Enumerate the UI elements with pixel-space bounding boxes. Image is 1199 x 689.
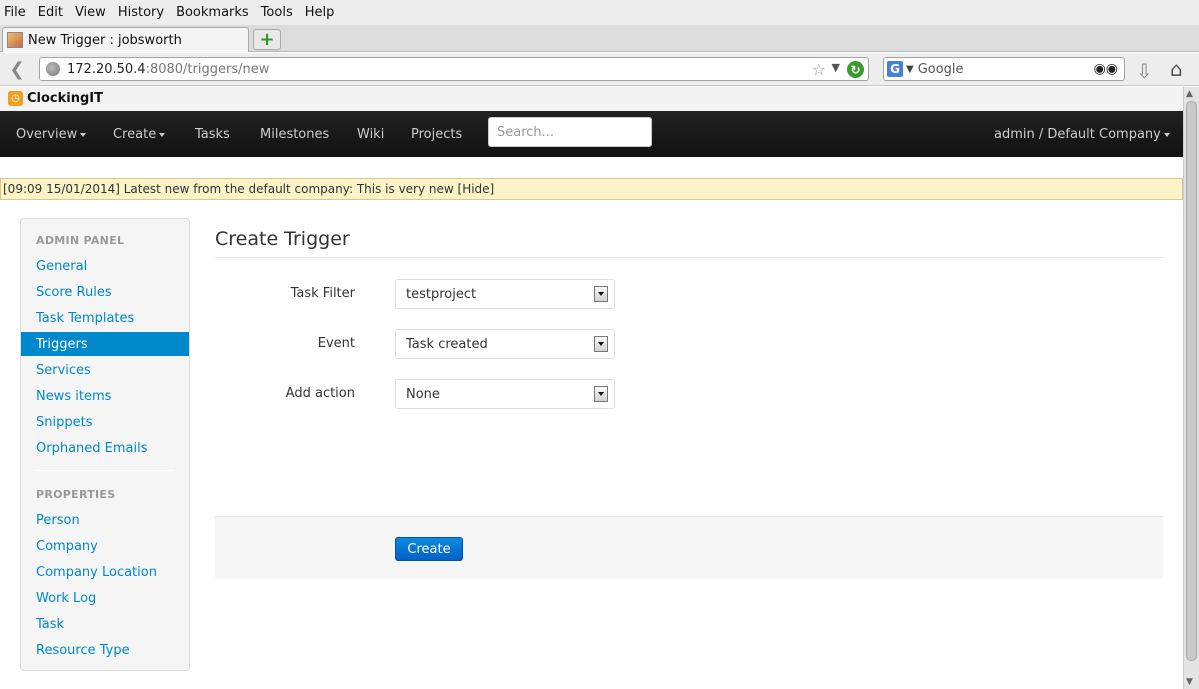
menu-edit[interactable]: Edit [38,5,63,20]
news-alert[interactable]: [09:09 15/01/2014] Latest new from the d… [0,178,1183,200]
url-host: 172.20.50.4 [67,61,146,77]
brand-name[interactable]: ClockingIT [27,91,103,106]
browser-search-input[interactable]: G ▼ Google ◉◉ [883,57,1125,81]
binoculars-icon[interactable]: ◉◉ [1094,61,1118,77]
nav-wiki[interactable]: Wiki [357,111,384,157]
home-icon[interactable]: ⌂ [1170,57,1183,81]
create-button[interactable]: Create [395,537,463,561]
add-action-label: Add action [285,386,355,401]
nav-tasks[interactable]: Tasks [195,111,230,157]
add-action-select[interactable]: None [395,379,615,409]
page-scrollbar[interactable]: ▲ ▼ [1183,87,1199,689]
nav-overview[interactable]: Overview [16,111,87,157]
event-select[interactable]: Task created [395,329,615,359]
plus-icon: + [259,29,275,50]
event-label: Event [317,336,355,351]
nav-user-label: admin / Default Company [994,126,1161,142]
scroll-up-icon[interactable]: ▲ [1186,89,1193,99]
sidebar-item-person[interactable]: Person [21,508,189,532]
add-action-value: None [406,386,440,402]
search-placeholder: Google [917,61,964,77]
sidebar-item-company-location[interactable]: Company Location [21,560,189,584]
nav-projects[interactable]: Projects [411,111,462,157]
url-bar[interactable]: 172.20.50.4:8080/triggers/new ☆ ▼ ↻ [39,57,869,81]
chevron-down-icon[interactable]: ▼ [832,61,840,74]
select-arrow-icon[interactable] [594,286,608,302]
browser-navbar: ❮ 172.20.50.4:8080/triggers/new ☆ ▼ ↻ G … [0,53,1199,86]
sidebar-item-general[interactable]: General [21,254,189,278]
bookmark-star-icon[interactable]: ☆ [812,60,826,79]
properties-header: PROPERTIES [36,488,116,501]
admin-panel-header: ADMIN PANEL [36,234,125,247]
scroll-down-icon[interactable]: ▼ [1186,677,1193,687]
nav-user-menu[interactable]: admin / Default Company [994,111,1170,157]
sidebar-item-triggers[interactable]: Triggers [21,332,189,356]
page-title: Create Trigger [215,228,350,250]
task-filter-value: testproject [406,286,477,302]
top-nav: Overview Create Tasks Milestones Wiki Pr… [0,111,1183,157]
sidebar-item-task[interactable]: Task [21,612,189,636]
sidebar-item-news-items[interactable]: News items [21,384,189,408]
back-icon[interactable]: ❮ [4,58,30,80]
search-engine-chevron-icon[interactable]: ▼ [906,64,914,75]
app-search-input[interactable]: Search... [488,117,652,147]
favicon-icon [7,32,23,48]
sidebar-item-score-rules[interactable]: Score Rules [21,280,189,304]
sidebar-item-snippets[interactable]: Snippets [21,410,189,434]
brand-bar: ◷ ClockingIT [0,87,1183,111]
title-divider [215,257,1163,258]
menu-tools[interactable]: Tools [261,5,293,20]
sidebar-item-services[interactable]: Services [21,358,189,382]
url-path: :8080/triggers/new [145,61,270,77]
browser-tabbar: New Trigger : jobsworth + [0,25,1199,52]
task-filter-select[interactable]: testproject [395,279,615,309]
select-arrow-icon[interactable] [594,336,608,352]
tab-title: New Trigger : jobsworth [28,32,182,48]
nav-create[interactable]: Create [113,111,166,157]
google-icon[interactable]: G [887,61,903,77]
globe-icon [46,62,60,76]
form-actions: Create [215,516,1163,579]
clock-logo-icon: ◷ [8,91,23,106]
browser-menubar: File Edit View History Bookmarks Tools H… [0,0,1199,25]
nav-milestones[interactable]: Milestones [260,111,329,157]
sidebar-item-resource-type[interactable]: Resource Type [21,638,189,662]
menu-view[interactable]: View [75,5,106,20]
menu-history[interactable]: History [118,5,164,20]
menu-bookmarks[interactable]: Bookmarks [176,5,249,20]
download-icon[interactable]: ⇩ [1136,59,1153,83]
sidebar-item-task-templates[interactable]: Task Templates [21,306,189,330]
menu-file[interactable]: File [4,5,26,20]
caret-down-icon [80,133,87,137]
page-viewport: ◷ ClockingIT Overview Create Tasks Miles… [0,87,1183,689]
select-arrow-icon[interactable] [594,386,608,402]
scrollbar-thumb[interactable] [1186,101,1197,661]
admin-sidebar: ADMIN PANEL General Score Rules Task Tem… [20,218,190,671]
nav-overview-label: Overview [16,126,78,142]
browser-tab[interactable]: New Trigger : jobsworth [2,27,249,52]
nav-create-label: Create [113,126,157,142]
sidebar-item-orphaned-emails[interactable]: Orphaned Emails [21,436,189,460]
sidebar-item-work-log[interactable]: Work Log [21,586,189,610]
sidebar-divider [36,470,174,471]
event-value: Task created [406,336,488,352]
caret-down-icon [1163,133,1170,137]
reload-icon[interactable]: ↻ [847,61,864,78]
new-tab-button[interactable]: + [253,29,281,50]
task-filter-label: Task Filter [290,286,355,301]
caret-down-icon [159,133,166,137]
menu-help[interactable]: Help [305,5,335,20]
sidebar-item-company[interactable]: Company [21,534,189,558]
